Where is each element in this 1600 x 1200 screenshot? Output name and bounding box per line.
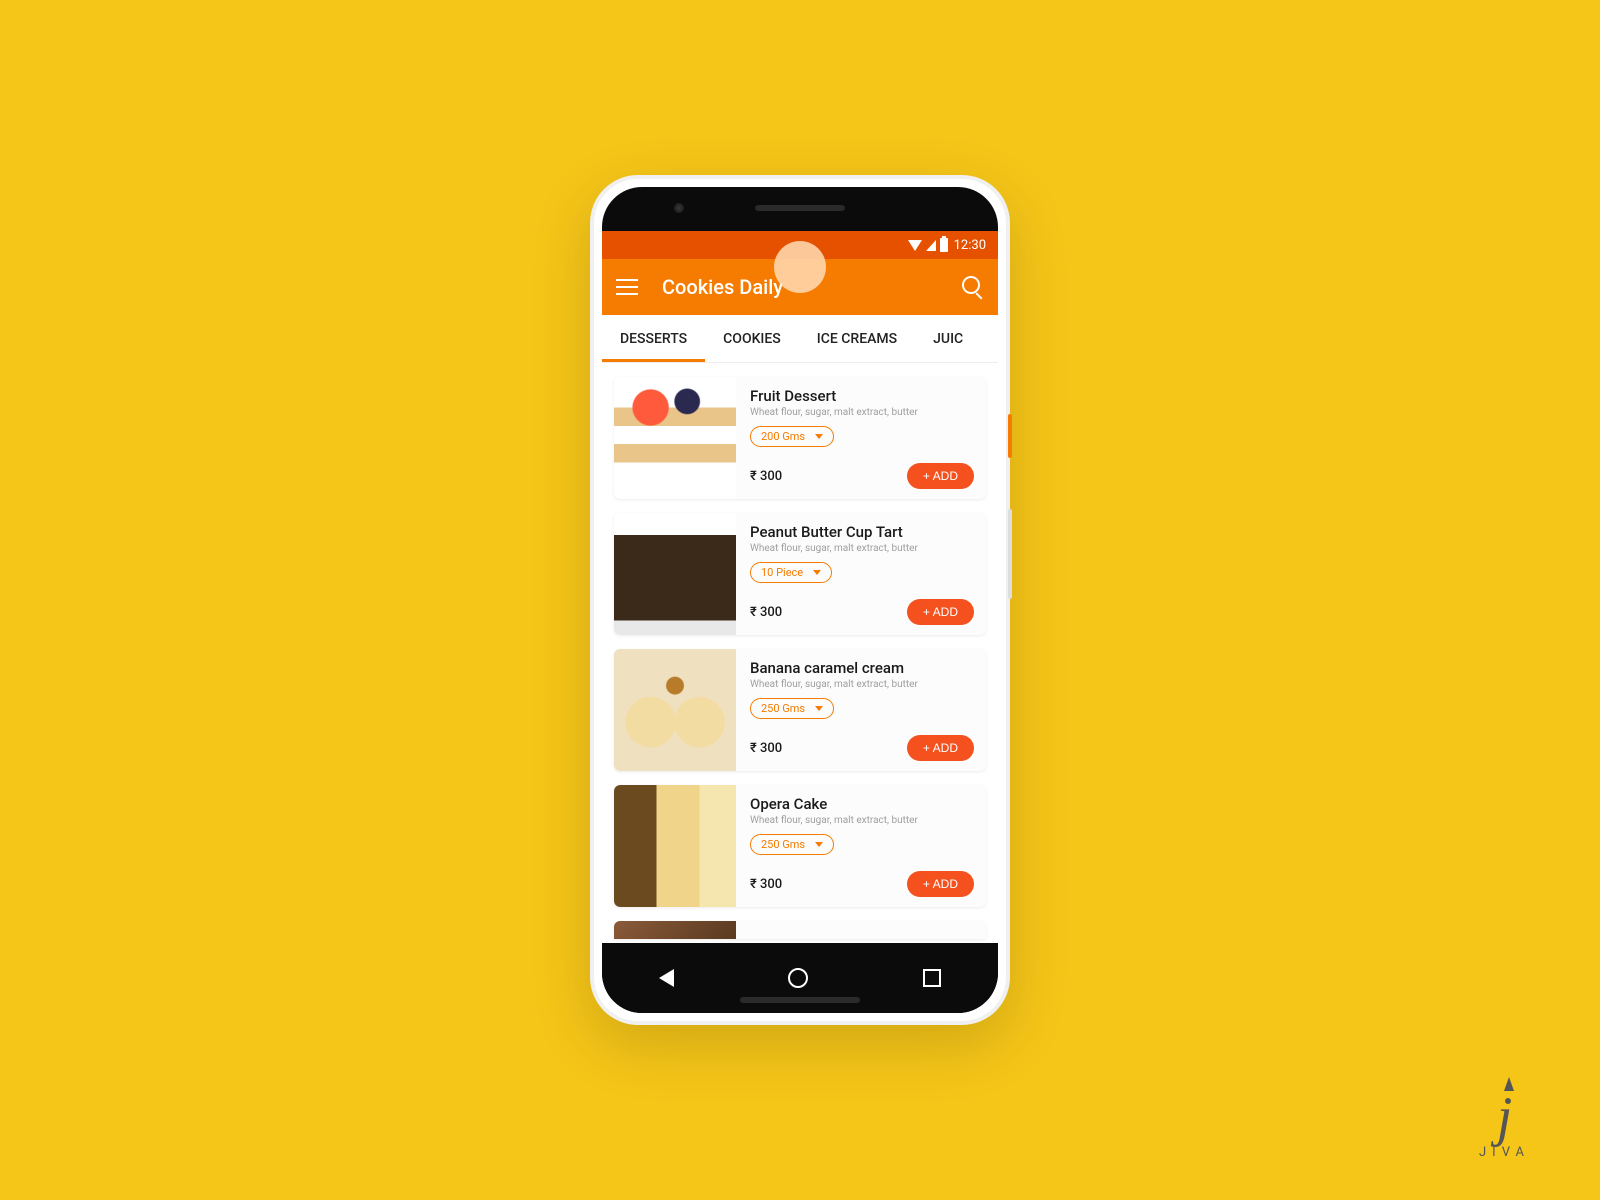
product-card[interactable]: Fruit Dessert Wheat flour, sugar, malt e… bbox=[614, 377, 986, 499]
product-price: ₹ 300 bbox=[750, 469, 782, 484]
product-name: Opera Cake bbox=[750, 795, 974, 813]
product-name: Fruit Dessert bbox=[750, 387, 974, 405]
touch-indicator bbox=[774, 241, 826, 293]
product-price: ₹ 300 bbox=[750, 605, 782, 620]
product-card[interactable]: Banana caramel cream Wheat flour, sugar,… bbox=[614, 649, 986, 771]
search-icon[interactable] bbox=[962, 276, 984, 298]
chevron-down-icon bbox=[815, 434, 823, 439]
tab-juices[interactable]: JUIC bbox=[915, 315, 981, 362]
product-image bbox=[614, 785, 736, 907]
tab-cookies[interactable]: COOKIES bbox=[705, 315, 799, 362]
product-desc: Wheat flour, sugar, malt extract, butter bbox=[750, 679, 974, 690]
size-value: 250 Gms bbox=[761, 702, 805, 715]
app-title: Cookies Daily bbox=[662, 275, 783, 299]
nav-home-icon[interactable] bbox=[788, 968, 808, 988]
product-desc: Wheat flour, sugar, malt extract, butter bbox=[750, 407, 974, 418]
phone-speaker-top bbox=[755, 205, 845, 211]
size-dropdown[interactable]: 10 Piece bbox=[750, 562, 832, 583]
product-name: Peanut Butter Cup Tart bbox=[750, 523, 974, 541]
phone-bezel: 12:30 Cookies Daily DESSERTS COOKIES ICE… bbox=[602, 187, 998, 1013]
screen: 12:30 Cookies Daily DESSERTS COOKIES ICE… bbox=[602, 231, 998, 943]
cellular-icon bbox=[926, 240, 936, 251]
app-bar: Cookies Daily bbox=[602, 259, 998, 315]
product-card[interactable]: Peanut Butter Cup Tart Wheat flour, suga… bbox=[614, 513, 986, 635]
tab-ice-creams[interactable]: ICE CREAMS bbox=[799, 315, 915, 362]
add-button[interactable]: + ADD bbox=[907, 463, 974, 489]
watermark-logo: j JIVA bbox=[1479, 1089, 1530, 1160]
add-button[interactable]: + ADD bbox=[907, 599, 974, 625]
product-list[interactable]: Fruit Dessert Wheat flour, sugar, malt e… bbox=[602, 363, 998, 943]
chevron-down-icon bbox=[815, 706, 823, 711]
power-button bbox=[1008, 414, 1012, 458]
wifi-icon bbox=[908, 240, 922, 251]
size-dropdown[interactable]: 250 Gms bbox=[750, 834, 834, 855]
size-value: 10 Piece bbox=[761, 566, 803, 579]
nav-recent-icon[interactable] bbox=[923, 969, 941, 987]
size-dropdown[interactable]: 200 Gms bbox=[750, 426, 834, 447]
size-dropdown[interactable]: 250 Gms bbox=[750, 698, 834, 719]
product-price: ₹ 300 bbox=[750, 877, 782, 892]
product-card-peek[interactable] bbox=[614, 921, 986, 939]
product-desc: Wheat flour, sugar, malt extract, butter bbox=[750, 543, 974, 554]
product-image bbox=[614, 649, 736, 771]
status-time: 12:30 bbox=[954, 238, 986, 253]
product-image bbox=[614, 513, 736, 635]
product-image bbox=[614, 377, 736, 499]
product-card[interactable]: Opera Cake Wheat flour, sugar, malt extr… bbox=[614, 785, 986, 907]
logo-glyph: j bbox=[1497, 1089, 1513, 1145]
product-name: Banana caramel cream bbox=[750, 659, 974, 677]
add-button[interactable]: + ADD bbox=[907, 735, 974, 761]
phone-speaker-bottom bbox=[740, 997, 860, 1003]
battery-icon bbox=[940, 238, 948, 252]
add-button[interactable]: + ADD bbox=[907, 871, 974, 897]
size-value: 250 Gms bbox=[761, 838, 805, 851]
nav-back-icon[interactable] bbox=[659, 969, 674, 987]
category-tabs: DESSERTS COOKIES ICE CREAMS JUIC bbox=[602, 315, 998, 363]
product-price: ₹ 300 bbox=[750, 741, 782, 756]
volume-button bbox=[1008, 509, 1012, 599]
hamburger-icon[interactable] bbox=[616, 279, 638, 295]
tab-desserts[interactable]: DESSERTS bbox=[602, 315, 705, 362]
chevron-down-icon bbox=[813, 570, 821, 575]
size-value: 200 Gms bbox=[761, 430, 805, 443]
phone-camera bbox=[674, 203, 684, 213]
phone-frame: 12:30 Cookies Daily DESSERTS COOKIES ICE… bbox=[590, 175, 1010, 1025]
chevron-down-icon bbox=[815, 842, 823, 847]
product-desc: Wheat flour, sugar, malt extract, butter bbox=[750, 815, 974, 826]
status-icons bbox=[908, 238, 948, 252]
product-image bbox=[614, 921, 736, 939]
